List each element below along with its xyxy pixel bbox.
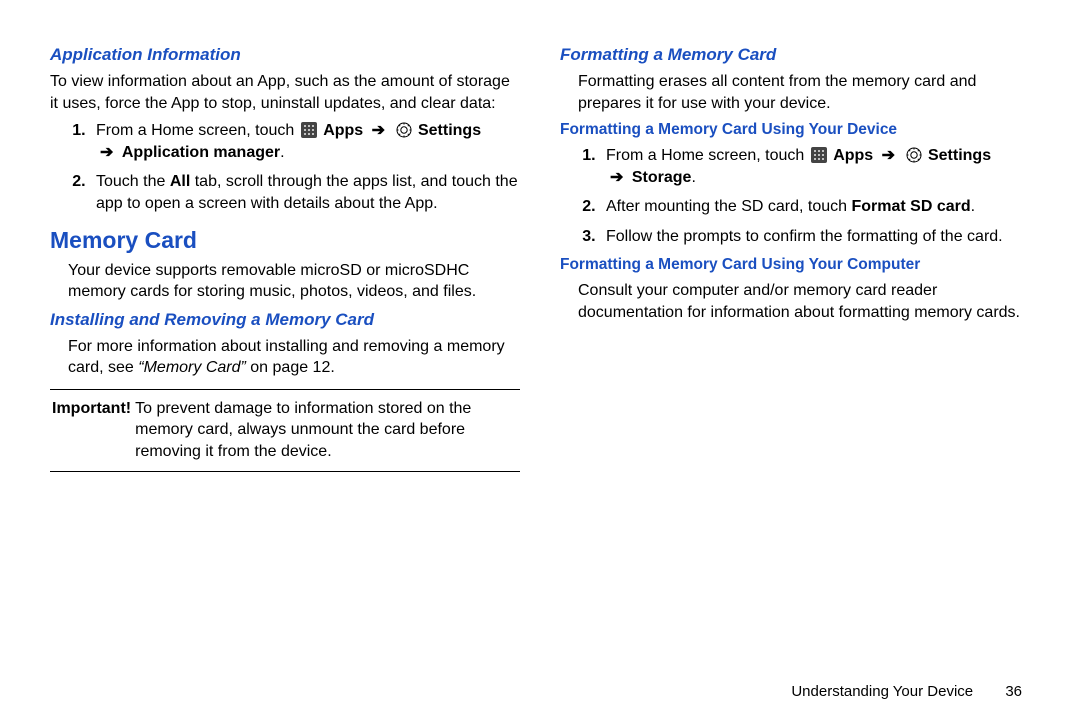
formatting-heading: Formatting a Memory Card — [560, 44, 1030, 67]
installing-text-b: on page 12. — [246, 359, 335, 376]
page-footer: Understanding Your Device 36 — [50, 667, 1030, 700]
storage-label: Storage — [632, 169, 692, 186]
fd-step1-text-a: From a Home screen, touch — [606, 147, 809, 164]
settings-icon — [906, 147, 922, 163]
app-info-intro: To view information about an App, such a… — [50, 71, 520, 114]
fd-step2-a: After mounting the SD card, touch — [606, 198, 851, 215]
settings-label: Settings — [418, 122, 481, 139]
fd-step2-c: . — [971, 198, 975, 215]
step2-text-a: Touch the — [96, 173, 170, 190]
memory-card-heading: Memory Card — [50, 225, 520, 256]
apps-icon — [811, 147, 827, 163]
formatting-computer-text: Consult your computer and/or memory card… — [578, 280, 1030, 323]
installing-removing-heading: Installing and Removing a Memory Card — [50, 309, 520, 332]
arrow-icon: ➔ — [100, 144, 113, 161]
formatting-device-heading: Formatting a Memory Card Using Your Devi… — [560, 120, 1030, 141]
important-note: Important! To prevent damage to informat… — [50, 389, 520, 472]
formatting-device-steps: From a Home screen, touch Apps ➔ — [600, 145, 1030, 247]
apps-icon — [301, 122, 317, 138]
installing-removing-text: For more information about installing an… — [68, 336, 520, 379]
footer-section: Understanding Your Device — [791, 683, 973, 700]
arrow-icon: ➔ — [610, 169, 623, 186]
page-number: 36 — [1005, 683, 1022, 700]
step1-text-a: From a Home screen, touch — [96, 122, 299, 139]
formatting-computer-heading: Formatting a Memory Card Using Your Comp… — [560, 255, 1030, 276]
app-info-step-2: Touch the All tab, scroll through the ap… — [90, 171, 520, 214]
app-info-steps: From a Home screen, touch Apps ➔ — [90, 120, 520, 214]
apps-label: Apps — [833, 147, 873, 164]
format-sd-card-label: Format SD card — [851, 198, 970, 215]
left-column: Application Information To view informat… — [50, 40, 520, 667]
memory-card-intro: Your device supports removable microSD o… — [68, 260, 520, 303]
app-info-step-1: From a Home screen, touch Apps ➔ — [90, 120, 520, 163]
format-device-step-1: From a Home screen, touch Apps ➔ — [600, 145, 1030, 188]
memory-card-ref: “Memory Card” — [138, 359, 246, 376]
right-column: Formatting a Memory Card Formatting eras… — [560, 40, 1030, 667]
two-column-layout: Application Information To view informat… — [50, 40, 1030, 667]
arrow-icon: ➔ — [882, 147, 895, 164]
important-text: To prevent damage to information stored … — [135, 398, 518, 463]
manual-page: Application Information To view informat… — [0, 0, 1080, 720]
settings-label: Settings — [928, 147, 991, 164]
format-device-step-2: After mounting the SD card, touch Format… — [600, 196, 1030, 218]
settings-icon — [396, 122, 412, 138]
important-label: Important! — [52, 398, 131, 463]
format-device-step-3: Follow the prompts to confirm the format… — [600, 226, 1030, 248]
all-tab-label: All — [170, 173, 190, 190]
arrow-icon: ➔ — [372, 122, 385, 139]
application-information-heading: Application Information — [50, 44, 520, 67]
formatting-intro: Formatting erases all content from the m… — [578, 71, 1030, 114]
apps-label: Apps — [323, 122, 363, 139]
application-manager-label: Application manager — [122, 144, 280, 161]
